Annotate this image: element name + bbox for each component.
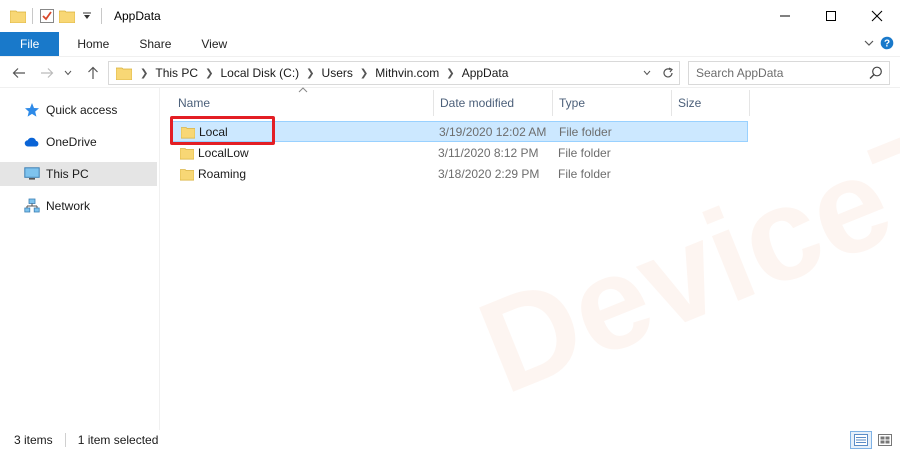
- file-type: File folder: [559, 125, 612, 139]
- tab-share[interactable]: Share: [125, 32, 185, 56]
- details-view-icon: [854, 434, 868, 446]
- tab-view[interactable]: View: [187, 32, 241, 56]
- folder-icon: [113, 62, 135, 84]
- network-icon: [24, 198, 40, 214]
- navigation-pane: Quick access OneDrive This PC Network: [0, 88, 160, 430]
- column-header-date-modified[interactable]: Date modified: [434, 90, 553, 116]
- tab-file[interactable]: File: [0, 32, 60, 56]
- search-input[interactable]: [696, 64, 866, 82]
- column-header-name[interactable]: Name: [172, 90, 434, 116]
- back-button[interactable]: [8, 61, 30, 85]
- folder-app-icon[interactable]: [8, 4, 28, 28]
- toolbar-divider: [32, 8, 33, 24]
- cloud-icon: [24, 134, 40, 150]
- close-button[interactable]: [854, 0, 900, 32]
- minimize-icon: [780, 15, 790, 17]
- status-divider: [64, 433, 66, 447]
- breadcrumb-user-folder[interactable]: Mithvin.com: [373, 66, 441, 80]
- table-row[interactable]: Roaming 3/18/2020 2:29 PM File folder: [170, 164, 748, 185]
- refresh-icon[interactable]: [657, 67, 679, 79]
- sidebar-item-label: Network: [46, 199, 91, 213]
- address-history-chevron-icon[interactable]: [637, 70, 657, 76]
- folder-icon: [180, 169, 194, 181]
- large-icons-view-icon: [878, 434, 892, 446]
- sidebar-item-network[interactable]: Network: [0, 194, 157, 218]
- breadcrumb-chevron-icon[interactable]: ❯: [301, 68, 319, 79]
- sidebar-item-label: Quick access: [46, 103, 118, 117]
- file-date-modified: 3/11/2020 8:12 PM: [438, 146, 539, 160]
- toolbar-divider: [101, 8, 102, 24]
- navigation-bar: ❯ This PC ❯ Local Disk (C:) ❯ Users ❯ Mi…: [0, 56, 900, 88]
- up-arrow-icon: [88, 66, 98, 79]
- quick-access-toolbar: [0, 0, 106, 32]
- expand-ribbon-chevron-icon[interactable]: [864, 37, 874, 51]
- selection-count: 1 item selected: [77, 433, 159, 447]
- breadcrumb-chevron-icon[interactable]: ❯: [135, 68, 153, 79]
- table-row[interactable]: LocalLow 3/11/2020 8:12 PM File folder: [170, 143, 748, 164]
- tab-home[interactable]: Home: [63, 32, 123, 56]
- folder-icon: [180, 148, 194, 160]
- minimize-button[interactable]: [762, 0, 808, 32]
- sidebar-item-label: This PC: [46, 167, 89, 181]
- view-toggles: [850, 431, 896, 449]
- recent-locations-button[interactable]: [60, 61, 76, 85]
- new-folder-icon[interactable]: [57, 4, 77, 28]
- file-name: Roaming: [198, 167, 247, 181]
- sidebar-item-onedrive[interactable]: OneDrive: [0, 130, 157, 154]
- forward-arrow-icon: [41, 68, 54, 78]
- title-bar: AppData: [0, 0, 900, 32]
- file-type: File folder: [558, 167, 611, 181]
- chevron-down-icon: [64, 70, 72, 76]
- customize-toolbar-chevron-icon[interactable]: [77, 4, 97, 28]
- sidebar-item-quick-access[interactable]: Quick access: [0, 98, 157, 122]
- file-date-modified: 3/19/2020 12:02 AM: [439, 125, 547, 139]
- window-title: AppData: [114, 9, 161, 23]
- breadcrumb-chevron-icon[interactable]: ❯: [441, 68, 459, 79]
- maximize-icon: [826, 11, 836, 21]
- close-icon: [871, 10, 883, 22]
- breadcrumb-chevron-icon[interactable]: ❯: [200, 68, 218, 79]
- column-header-type[interactable]: Type: [553, 90, 672, 116]
- status-bar: 3 items 1 item selected: [0, 430, 900, 450]
- highlight-annotation: [170, 116, 275, 145]
- file-type: File folder: [558, 146, 611, 160]
- breadcrumb-this-pc[interactable]: This PC: [153, 66, 200, 80]
- forward-button[interactable]: [36, 61, 58, 85]
- computer-icon: [24, 166, 40, 182]
- column-header-size[interactable]: Size: [672, 90, 750, 116]
- address-bar[interactable]: ❯ This PC ❯ Local Disk (C:) ❯ Users ❯ Mi…: [108, 61, 680, 85]
- help-icon[interactable]: ?: [880, 36, 894, 53]
- breadcrumb-chevron-icon[interactable]: ❯: [355, 68, 373, 79]
- item-count: 3 items: [14, 433, 53, 447]
- breadcrumb-users[interactable]: Users: [320, 66, 355, 80]
- up-button[interactable]: [82, 61, 104, 85]
- search-box[interactable]: [688, 61, 890, 85]
- breadcrumb-local-disk[interactable]: Local Disk (C:): [218, 66, 301, 80]
- sidebar-item-this-pc[interactable]: This PC: [0, 162, 157, 186]
- ribbon-tabs: File Home Share View ?: [0, 32, 900, 56]
- details-view-button[interactable]: [850, 431, 872, 449]
- back-arrow-icon: [12, 68, 25, 78]
- file-name: LocalLow: [198, 146, 249, 160]
- ribbon-controls: ?: [864, 32, 894, 56]
- star-icon: [24, 102, 40, 118]
- breadcrumb-appdata[interactable]: AppData: [460, 66, 511, 80]
- properties-icon[interactable]: [37, 4, 57, 28]
- maximize-button[interactable]: [808, 0, 854, 32]
- svg-text:?: ?: [884, 38, 890, 49]
- file-date-modified: 3/18/2020 2:29 PM: [438, 167, 540, 181]
- window-controls: [762, 0, 900, 32]
- large-icons-view-button[interactable]: [874, 431, 896, 449]
- address-actions: [637, 62, 679, 84]
- sidebar-item-label: OneDrive: [46, 135, 97, 149]
- search-icon[interactable]: [869, 66, 883, 80]
